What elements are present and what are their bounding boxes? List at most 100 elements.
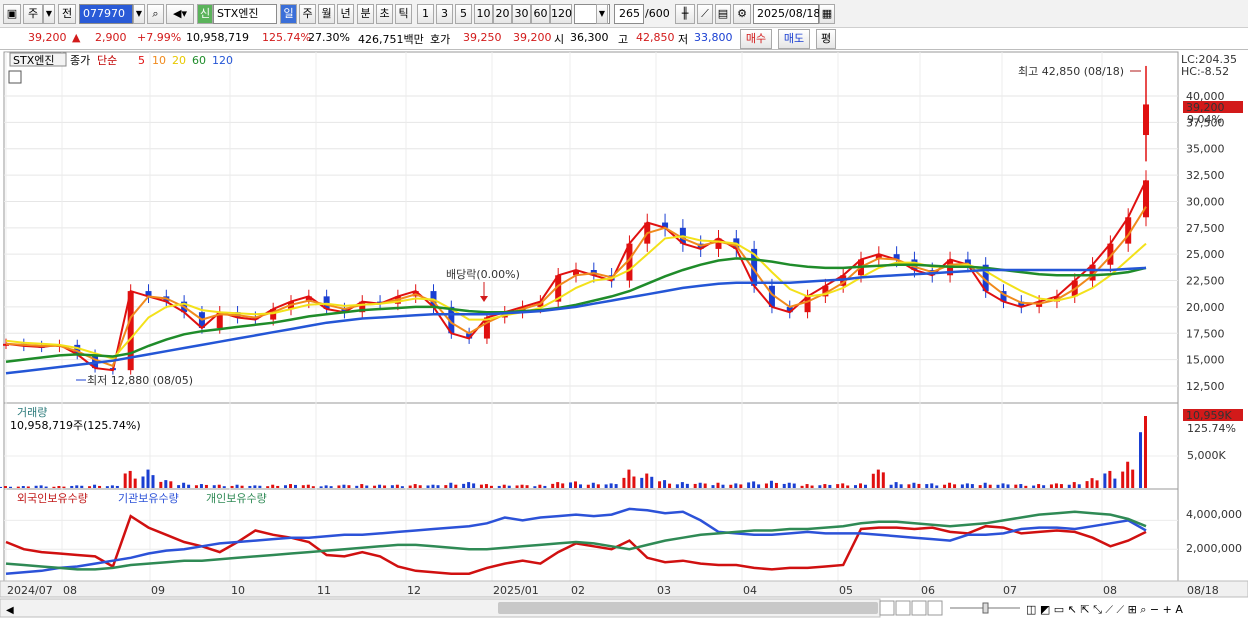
volume-bar bbox=[342, 484, 346, 488]
count-input[interactable]: 265 bbox=[614, 4, 644, 24]
prev-button[interactable]: 전 bbox=[58, 4, 76, 24]
date-input[interactable]: 2025/08/18 bbox=[753, 4, 820, 24]
calendar-icon[interactable]: ▦ bbox=[819, 4, 835, 24]
volume-bar bbox=[764, 483, 768, 488]
price-tick-label: 20,000 bbox=[1186, 301, 1225, 314]
interval-60[interactable]: 60 bbox=[531, 4, 550, 24]
tab-minute[interactable]: 분 bbox=[357, 4, 374, 24]
volume-bar bbox=[711, 485, 715, 488]
volume-bar bbox=[782, 483, 786, 488]
scroll-left-icon[interactable]: ◀ bbox=[6, 605, 14, 616]
volume-bar bbox=[1032, 485, 1036, 488]
volume-bar bbox=[907, 484, 911, 488]
last-candle-body bbox=[1143, 104, 1149, 136]
volume-bar bbox=[266, 486, 270, 488]
volume-bar bbox=[373, 485, 377, 488]
stop-icon[interactable] bbox=[911, 600, 927, 616]
interval-1[interactable]: 1 bbox=[417, 4, 434, 24]
gear-icon[interactable]: ⚙ bbox=[733, 4, 751, 24]
quote-bar: 39,200 ▲ 2,900 +7.99% 10,958,719 125.74%… bbox=[0, 28, 1248, 50]
bid-price-2: 39,200 bbox=[513, 31, 552, 44]
tab-tick[interactable]: 틱 bbox=[395, 4, 412, 24]
forward-icon[interactable] bbox=[927, 600, 943, 616]
window-icon[interactable]: ▣ bbox=[3, 4, 21, 24]
change-value: 2,900 bbox=[95, 31, 127, 44]
volume-bar bbox=[1113, 478, 1117, 488]
interval-10[interactable]: 10 bbox=[474, 4, 493, 24]
volume-bar bbox=[698, 482, 702, 488]
volume-bar bbox=[39, 485, 43, 488]
legend-ma5: 5 bbox=[138, 54, 145, 67]
code-dropdown-icon[interactable]: ▼ bbox=[133, 4, 145, 24]
volume-bar bbox=[70, 485, 74, 488]
volume-bar bbox=[133, 478, 137, 488]
volume-bar bbox=[800, 485, 804, 488]
volume-bar bbox=[324, 485, 328, 488]
table-toggle-icon[interactable] bbox=[8, 70, 22, 84]
volume-bar bbox=[502, 484, 506, 488]
period-select[interactable]: 주 bbox=[23, 4, 43, 24]
rewind-icon[interactable] bbox=[895, 600, 911, 616]
candle-type-icon[interactable]: ╫ bbox=[675, 4, 695, 24]
volume-bar bbox=[805, 484, 809, 488]
volume-bar bbox=[551, 483, 555, 488]
volume-bar bbox=[627, 469, 631, 488]
volume-bar bbox=[1037, 484, 1041, 488]
volume-bar bbox=[970, 484, 974, 488]
eval-button[interactable]: 평 bbox=[816, 29, 836, 49]
volume-bar bbox=[846, 485, 850, 488]
tab-year[interactable]: 년 bbox=[337, 4, 354, 24]
scrollbar-thumb[interactable] bbox=[498, 602, 878, 614]
volume-bar bbox=[1072, 482, 1076, 488]
x-tick-label: 09 bbox=[151, 584, 165, 597]
volume-bar bbox=[693, 483, 697, 488]
volume-bar bbox=[960, 484, 964, 488]
volume-bar bbox=[854, 485, 857, 488]
tool-icons[interactable]: ◫ ◩ ▭ ↖ ⇱ ⤡ ⟋ ⟋ ⊞ ⌕ − + A bbox=[1026, 603, 1183, 616]
tab-second[interactable]: 초 bbox=[376, 4, 393, 24]
volume-bar bbox=[128, 470, 132, 488]
tab-day[interactable]: 일 bbox=[280, 4, 297, 24]
interval-20[interactable]: 20 bbox=[493, 4, 512, 24]
volume-bar bbox=[729, 484, 733, 488]
volume-bar bbox=[248, 485, 252, 488]
volume-bar bbox=[110, 485, 114, 488]
high-price: 42,850 bbox=[636, 31, 675, 44]
search-icon[interactable]: ⌕ bbox=[147, 4, 164, 24]
volume-bar bbox=[413, 484, 417, 488]
trade-amount: 426,751백만 bbox=[358, 33, 424, 46]
zoom-slider-thumb[interactable] bbox=[982, 602, 989, 614]
speaker-icon[interactable]: ◀▾ bbox=[166, 4, 194, 24]
draw-tool-icon[interactable]: ⟋ bbox=[697, 4, 713, 24]
volume-bar bbox=[836, 484, 840, 488]
playback-controls: ◫ ◩ ▭ ↖ ⇱ ⤡ ⟋ ⟋ ⊞ ⌕ − + A bbox=[879, 600, 1183, 616]
volume-bar bbox=[747, 482, 751, 488]
holding-axis-tick-4m: 4,000,000 bbox=[1186, 508, 1242, 521]
volume-bar bbox=[319, 486, 323, 488]
x-tick-label: 10 bbox=[231, 584, 245, 597]
interval-120[interactable]: 120 bbox=[550, 4, 572, 24]
volume-bar bbox=[123, 473, 127, 488]
stock-code-input[interactable]: 077970 bbox=[79, 4, 133, 24]
volume-bar bbox=[479, 484, 483, 488]
buy-button[interactable]: 매수 bbox=[740, 29, 772, 49]
chevron-down-icon[interactable]: ▼ bbox=[43, 4, 55, 24]
stock-name-field[interactable]: STX엔진 bbox=[213, 4, 277, 24]
volume-bar bbox=[604, 484, 608, 488]
chart-canvas[interactable]: STX엔진 종가 단순 5 10 20 60 120 LC:204.35 HC:… bbox=[0, 50, 1248, 621]
interval-dropdown-icon[interactable]: ▼ bbox=[596, 4, 608, 24]
tab-month[interactable]: 월 bbox=[318, 4, 335, 24]
current-price: 39,200 bbox=[28, 31, 67, 44]
interval-3[interactable]: 3 bbox=[436, 4, 453, 24]
dividend-annotation: 배당락(0.00%) bbox=[446, 268, 520, 281]
tab-week[interactable]: 주 bbox=[299, 4, 316, 24]
volume-bar bbox=[561, 483, 565, 488]
save-icon[interactable]: ▤ bbox=[715, 4, 731, 24]
volume-bar bbox=[515, 485, 519, 488]
volume-bar bbox=[996, 484, 1000, 488]
scroll-right-icon[interactable] bbox=[879, 600, 895, 616]
interval-5[interactable]: 5 bbox=[455, 4, 472, 24]
interval-30[interactable]: 30 bbox=[512, 4, 531, 24]
sell-button[interactable]: 매도 bbox=[778, 29, 810, 49]
volume-bar bbox=[978, 485, 982, 488]
